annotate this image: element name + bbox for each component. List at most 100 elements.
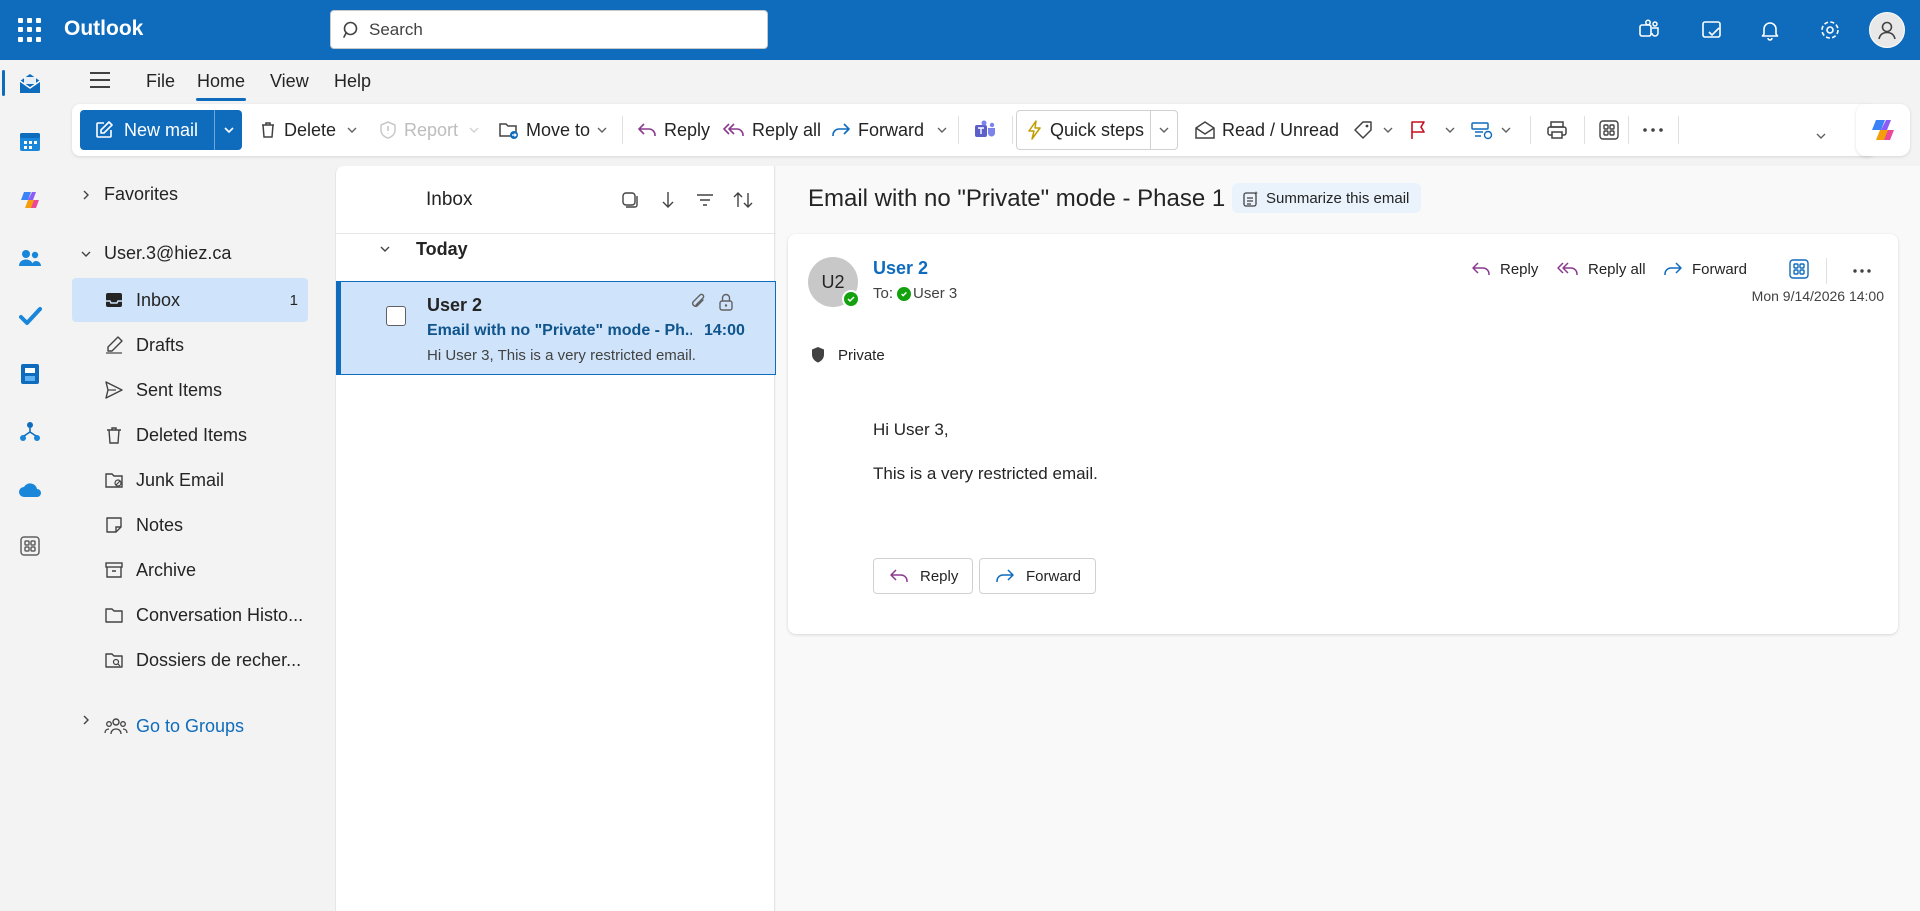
forward-icon (1664, 262, 1682, 275)
quick-steps-button[interactable]: Quick steps (1026, 118, 1144, 142)
chevron-down-icon[interactable] (596, 124, 608, 136)
split-divider (1150, 110, 1151, 150)
org-explorer-icon[interactable] (16, 418, 44, 446)
archive-icon (105, 562, 123, 578)
tab-file[interactable]: File (146, 71, 175, 92)
chevron-down-icon[interactable] (936, 124, 948, 136)
categorize-button[interactable] (1352, 118, 1400, 142)
message-item[interactable]: User 2 Email with no "Private" mode - Ph… (336, 281, 776, 375)
files-app-icon[interactable] (16, 360, 44, 388)
app-launcher-icon[interactable] (18, 18, 42, 42)
mail-app-icon[interactable] (16, 70, 44, 98)
search-icon (343, 21, 358, 38)
rules-button[interactable] (1470, 118, 1518, 142)
more-options-button[interactable] (1642, 118, 1670, 142)
chevron-down-icon[interactable] (1500, 124, 1512, 136)
presence-available-icon (897, 286, 912, 301)
chevron-right-icon (83, 190, 89, 199)
message-subject: Email with no "Private" mode - Ph... (427, 322, 692, 339)
people-app-icon[interactable] (16, 244, 44, 272)
onedrive-icon[interactable] (16, 476, 44, 504)
filter-button[interactable] (693, 188, 717, 212)
folder-icon (105, 608, 123, 623)
forward-icon (832, 123, 850, 136)
my-day-icon[interactable] (1697, 15, 1727, 45)
message-preview: Hi User 3, This is a very restricted ema… (427, 347, 696, 364)
folder-junk-email[interactable]: Junk Email (72, 458, 308, 502)
search-input[interactable] (369, 11, 759, 48)
quick-forward-button[interactable]: Forward (979, 558, 1097, 594)
folder-archive[interactable]: Archive (72, 548, 308, 592)
report-button[interactable]: Report (378, 118, 486, 142)
folder-sent-items[interactable]: Sent Items (72, 368, 308, 412)
quick-reply-button[interactable]: Reply (873, 558, 974, 594)
ribbon-divider (1012, 116, 1013, 144)
summarize-button[interactable]: Summarize this email (1232, 183, 1422, 213)
message-status-icons (689, 292, 735, 312)
tab-view[interactable]: View (270, 71, 309, 92)
nav-toggle-icon[interactable] (90, 72, 112, 92)
copilot-app-icon[interactable] (16, 186, 44, 214)
header-apps-button[interactable] (1788, 258, 1818, 280)
header-reply-all-button[interactable]: Reply all (1556, 260, 1646, 278)
to-label: To: (873, 285, 894, 302)
folder-label: Notes (136, 514, 184, 535)
reply-icon (1472, 262, 1490, 275)
new-mail-button[interactable]: New mail (80, 110, 242, 150)
chevron-down-icon[interactable] (1382, 124, 1394, 136)
bell-icon[interactable] (1755, 15, 1785, 45)
summarize-label: Summarize this email (1266, 189, 1410, 207)
quick-steps-dropdown[interactable] (1158, 118, 1176, 142)
account-header[interactable]: User.3@hiez.ca (80, 243, 231, 264)
todo-app-icon[interactable] (16, 302, 44, 330)
reply-button[interactable]: Reply (636, 118, 710, 142)
tab-help[interactable]: Help (334, 71, 371, 92)
search-box[interactable] (330, 10, 768, 49)
teams-share-button[interactable] (974, 118, 1002, 142)
chevron-down-icon (380, 246, 390, 252)
chevron-down-icon[interactable] (1444, 124, 1456, 136)
select-mode-button[interactable] (618, 188, 642, 212)
sensitivity-label: Private (810, 346, 885, 364)
move-to-button[interactable]: Move to (498, 118, 614, 142)
header-more-button[interactable] (1852, 268, 1880, 274)
delete-button[interactable]: Delete (258, 118, 364, 142)
chevron-down-icon[interactable] (346, 124, 358, 136)
chevron-down-icon[interactable] (222, 123, 236, 137)
ribbon-expand-button[interactable] (1814, 124, 1834, 148)
header-reply-button[interactable]: Reply (1470, 260, 1538, 278)
jump-to-button[interactable] (656, 188, 680, 212)
flag-button[interactable] (1408, 118, 1462, 142)
app-title[interactable]: Outlook (64, 17, 143, 41)
tab-home[interactable]: Home (197, 71, 245, 92)
folder-conversation-history[interactable]: Conversation Histo... (72, 593, 308, 637)
people-group-icon (104, 718, 128, 735)
more-apps-icon[interactable] (16, 532, 44, 560)
sender-name[interactable]: User 2 (873, 258, 928, 279)
apps-button[interactable] (1598, 118, 1626, 142)
group-label: Today (416, 238, 468, 259)
print-button[interactable] (1546, 118, 1574, 142)
favorites-header[interactable]: Favorites (80, 184, 178, 205)
account-avatar[interactable] (1869, 12, 1905, 48)
copilot-button[interactable] (1856, 104, 1910, 156)
recipient-name[interactable]: User 3 (913, 285, 957, 302)
gear-icon[interactable] (1815, 15, 1845, 45)
folder-inbox[interactable]: Inbox 1 (72, 278, 308, 322)
sort-button[interactable] (731, 188, 755, 212)
read-unread-button[interactable]: Read / Unread (1194, 118, 1339, 142)
header-forward-button[interactable]: Forward (1662, 260, 1747, 278)
folder-drafts[interactable]: Drafts (72, 323, 308, 367)
folder-search-folders[interactable]: Dossiers de recher... (72, 638, 308, 682)
groups-link[interactable]: Go to Groups (72, 704, 308, 748)
forward-button[interactable]: Forward (830, 118, 954, 142)
folder-deleted-items[interactable]: Deleted Items (72, 413, 308, 457)
selected-accent (337, 282, 341, 374)
folder-notes[interactable]: Notes (72, 503, 308, 547)
reply-all-button[interactable]: Reply all (722, 118, 821, 142)
read-unread-label: Read / Unread (1222, 119, 1340, 140)
calendar-app-icon[interactable] (16, 128, 44, 156)
reply-label: Reply (664, 119, 711, 140)
message-checkbox[interactable] (386, 306, 406, 326)
teams-icon[interactable] (1634, 15, 1664, 45)
